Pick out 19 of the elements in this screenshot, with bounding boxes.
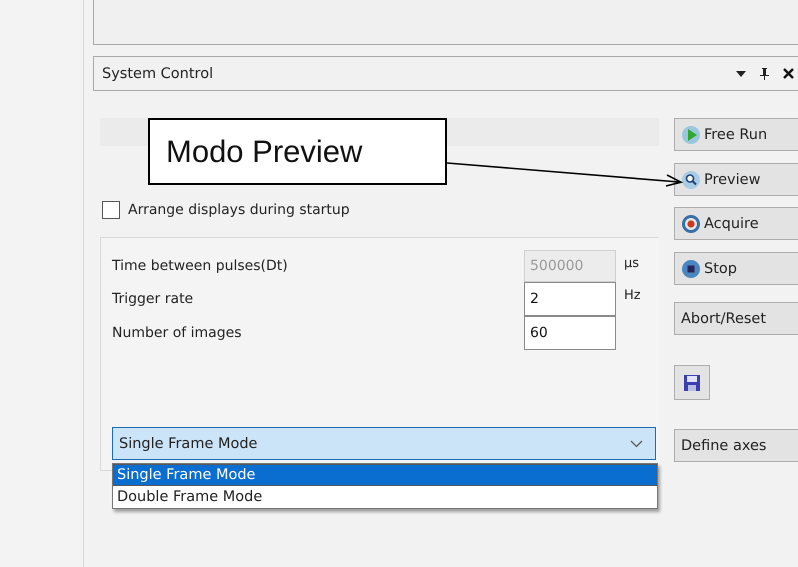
unit-label: µs [624, 256, 640, 271]
parameter-field[interactable]: 2 [524, 282, 616, 316]
annotation-callout: Modo Preview [148, 118, 447, 185]
action-button[interactable]: Preview [674, 163, 798, 196]
action-button[interactable]: Abort/Reset [674, 302, 798, 335]
action-button[interactable]: Define axes [674, 429, 798, 462]
panel-title: System Control [102, 66, 214, 82]
dropdown-option[interactable]: Single Frame Mode [113, 464, 657, 486]
parameter-label: Time between pulses(Dt) [112, 258, 289, 274]
parameter-label: Number of images [112, 325, 243, 341]
action-button[interactable]: Stop [674, 252, 798, 285]
parameter-label: Trigger rate [112, 291, 194, 307]
action-button[interactable]: Free Run [674, 118, 798, 151]
dropdown-option[interactable]: Double Frame Mode [113, 486, 657, 508]
action-button[interactable]: Acquire [674, 207, 798, 240]
parameter-field[interactable]: 60 [524, 316, 616, 350]
checkbox-label: Arrange displays during startup [128, 202, 350, 218]
unit-label: Hz [624, 288, 641, 303]
mode-dropdown[interactable]: Single Frame Mode [112, 427, 656, 460]
